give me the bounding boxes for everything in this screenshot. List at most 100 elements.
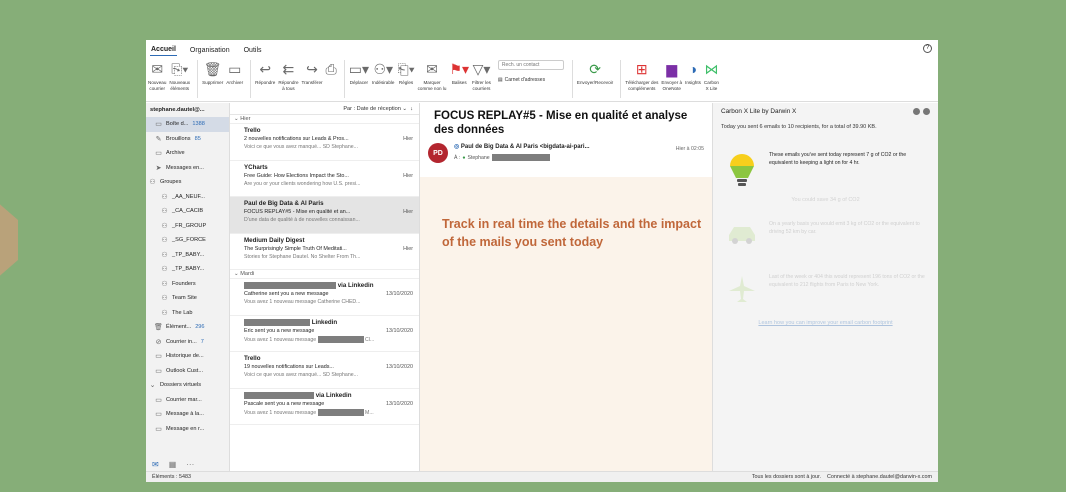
flag-button[interactable]: ⚑▾ Balises — [449, 60, 469, 86]
folder-item[interactable]: 🗑 Élément... 296 — [146, 320, 229, 335]
attachment-button[interactable]: ⎙ — [326, 60, 337, 80]
message-preview: Stories for Stephane Dautel. No Shelter … — [244, 253, 361, 260]
tab-organisation[interactable]: Organisation — [189, 47, 231, 56]
message-sender: Trello — [244, 127, 261, 134]
addin-icon: ⊞ — [635, 61, 648, 77]
folder-item[interactable]: ⚇ _TP_BABY... — [146, 262, 229, 277]
archive-button[interactable]: ▭ Archiver — [226, 60, 243, 86]
folder-item[interactable]: ⚇ Founders — [146, 277, 229, 292]
reply-all-icon: ⇇ — [282, 61, 295, 77]
message-item[interactable]: via Linkedin Catherine sent you a new mes… — [230, 279, 419, 316]
folder-item[interactable]: ⌄ Dossiers virtuels — [146, 378, 229, 393]
group-icon: ⚇ — [161, 222, 168, 230]
rules-button[interactable]: ⎗▾ Règles — [398, 60, 415, 86]
folder-label: Boîte d... — [166, 121, 189, 128]
contact-search-input[interactable] — [497, 60, 564, 70]
calendar-icon[interactable]: ▦ — [169, 460, 177, 469]
message-item[interactable]: Medium Daily Digest The Surprisingly Simp… — [230, 234, 419, 270]
read-unread-button[interactable]: ✉ Marquer comme non lu — [418, 60, 447, 91]
light-bulb-panel: These emails you've sent today represent… — [713, 148, 938, 193]
message-date: 13/10/2020 — [386, 291, 413, 298]
ribbon-tabs: Accueil Organisation Outils ? — [146, 40, 938, 56]
folder-item[interactable]: ▭ Archive — [146, 146, 229, 161]
promo-banner: Track in real time the details and the i… — [420, 177, 712, 471]
message-item[interactable]: via Linkedin Pascale sent you a new messa… — [230, 389, 419, 425]
folder-item[interactable]: ✎ Brouillons 85 — [146, 132, 229, 147]
date-group-header[interactable]: ⌄ Mardi — [230, 270, 419, 279]
message-date: 13/10/2020 — [386, 364, 413, 370]
folder-item[interactable]: ⚇ _FR_GROUP — [146, 219, 229, 234]
message-item[interactable]: Paul de Big Data & AI Paris FOCUS REPLAY#… — [230, 197, 419, 234]
improve-footprint-link[interactable]: Learn how you can improve your email car… — [713, 315, 938, 331]
folder-label: Courrier mar... — [166, 396, 202, 403]
folder-item[interactable]: ⚇ Team Site — [146, 291, 229, 306]
reply-button[interactable]: ↩ Répondre — [255, 60, 275, 86]
folder-item[interactable]: ➤ Messages en... — [146, 161, 229, 176]
delete-button[interactable]: 🗑 Supprimer — [202, 60, 223, 86]
folder-item[interactable]: ⚇ _AA_NEUF... — [146, 190, 229, 205]
filter-button[interactable]: ▽▾ Filtrer les courriers — [472, 60, 491, 91]
help-icon[interactable]: ? — [923, 44, 932, 53]
panel-header: Carbon X Lite by Darwin X — [713, 103, 938, 120]
move-button[interactable]: ▭▾ Déplacer — [349, 60, 369, 86]
folder-item[interactable]: ⚇ _TP_BABY... — [146, 248, 229, 263]
folder-item[interactable]: ▭ Historique de... — [146, 349, 229, 364]
reply-all-button[interactable]: ⇇ Répondre à tous — [278, 60, 298, 91]
folder-item[interactable]: ▭ Courrier mar... — [146, 393, 229, 408]
insights-button[interactable]: ◑ Insights — [685, 60, 701, 86]
close-icon[interactable] — [923, 108, 930, 115]
message-item[interactable]: Linkedin Eric sent you a new message 13/10… — [230, 316, 419, 352]
message-item[interactable]: Trello 19 nouvelles notifications sur Lea… — [230, 352, 419, 389]
sort-bar[interactable]: Par : Date de réception ⌄ ↓ — [230, 103, 419, 115]
address-book-button[interactable]: ▤ Carnet d'adresses — [498, 77, 564, 83]
folder-item[interactable]: ⚇ The Lab — [146, 306, 229, 321]
redacted-block — [491, 154, 550, 161]
folder-item[interactable]: ▭ Message en r... — [146, 422, 229, 437]
tab-accueil[interactable]: Accueil — [150, 46, 177, 56]
tab-outils[interactable]: Outils — [243, 47, 263, 56]
carbon-x-button[interactable]: ⋈ Carbon X Lite — [704, 60, 719, 91]
message-subject: Eric sent you a new message — [244, 327, 315, 334]
savings-text: You could save 34 g of CO2 — [791, 197, 860, 203]
move-icon: ▭▾ — [348, 61, 370, 77]
folder-label: _SG_FORCE — [172, 237, 206, 244]
onenote-button[interactable]: ▆ Envoyer à OneNote — [661, 60, 682, 91]
message-item[interactable]: YCharts Free Guide: How Elections Impact … — [230, 161, 419, 197]
promo-text: Track in real time the details and the i… — [442, 217, 702, 249]
more-icon[interactable]: ··· — [186, 460, 194, 469]
junk-button[interactable]: ⚇▾ Indésirable — [372, 60, 394, 86]
folder-item[interactable]: ⚇ _CA_CACIB — [146, 204, 229, 219]
folder-label: Groupes — [160, 179, 182, 186]
decorative-hexagon — [0, 200, 18, 280]
account-name[interactable]: stephane.dautel@... — [146, 103, 229, 117]
new-mail-button[interactable]: ✉ Nouveau courrier — [148, 60, 166, 91]
redacted-block — [244, 391, 314, 399]
group-icon: ⚇ — [161, 251, 168, 259]
carbon-x-panel: Carbon X Lite by Darwin X Today you sent… — [712, 103, 938, 471]
message-item[interactable]: Trello 2 nouvelles notifications sur Lead… — [230, 124, 419, 161]
folder-item[interactable]: ⚇ Groupes — [146, 175, 229, 190]
folder-pane: stephane.dautel@... ▭ Boîte d... 1388 ✎ Bro… — [146, 103, 230, 471]
folder-label: _TP_BABY... — [172, 266, 205, 273]
sender-address[interactable]: ◎ Paul de Big Data & AI Paris <bigdata-a… — [454, 143, 590, 150]
message-subject: Pascale sent you a new message — [244, 400, 325, 407]
outbox-icon: ➤ — [155, 164, 162, 172]
groups-icon: ⚇ — [149, 179, 156, 187]
get-addins-button[interactable]: ⊞ Télécharger des compléments — [625, 60, 658, 91]
folder-label: Élément... — [166, 324, 192, 331]
folder-item[interactable]: ▭ Outlook Cust... — [146, 364, 229, 379]
new-items-button[interactable]: ⎘▾ Nouveaux éléments — [169, 60, 190, 91]
new-items-icon: ⎘▾ — [171, 61, 189, 77]
car-icon — [723, 221, 761, 245]
folder-item[interactable]: ⚇ _SG_FORCE — [146, 233, 229, 248]
info-icon[interactable] — [913, 108, 920, 115]
folder-item[interactable]: ▭ Message à la... — [146, 407, 229, 422]
forward-button[interactable]: ↪ Transférer — [302, 60, 323, 86]
send-receive-button[interactable]: ⟳ Envoyer/Recevoir — [577, 60, 613, 86]
ribbon-toolbar: ✉ Nouveau courrier ⎘▾ Nouveaux éléments 🗑 S… — [146, 56, 938, 102]
date-group-header[interactable]: ⌄ Hier — [230, 115, 419, 124]
mail-icon[interactable]: ✉ — [152, 460, 159, 469]
folder-item[interactable]: ▭ Boîte d... 1388 — [146, 117, 229, 132]
folder-item[interactable]: ⊘ Courrier in... 7 — [146, 335, 229, 350]
car-panel: On a yearly basis you would emit 3 kg of… — [713, 217, 938, 262]
